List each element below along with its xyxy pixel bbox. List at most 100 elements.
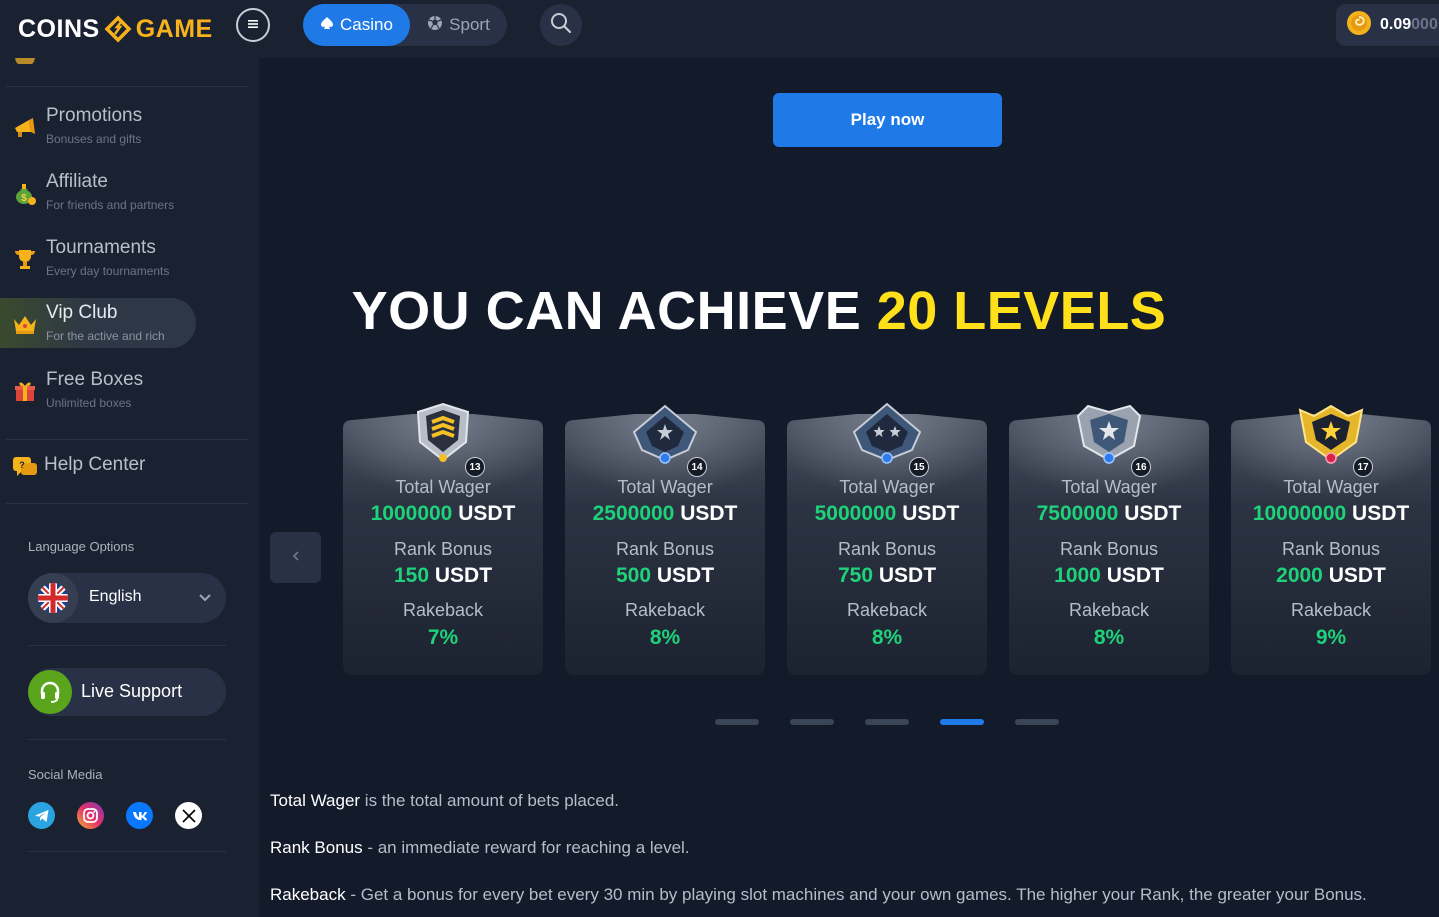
play-now-button[interactable]: Play now: [773, 93, 1002, 147]
rakeback-value: 9%: [1231, 626, 1431, 650]
tab-casino-label: Casino: [340, 15, 393, 34]
chevron-down-icon: [198, 590, 212, 609]
two-star-badge-icon: [852, 402, 922, 464]
total-wager-label: Total Wager: [1061, 477, 1157, 497]
rank-bonus-value: 150 USDT: [343, 564, 543, 588]
carousel-prev-button[interactable]: [270, 532, 321, 583]
description-text: - Get a bonus for every bet every 30 min…: [345, 885, 1367, 904]
rakeback-percent: 8%: [1093, 626, 1125, 649]
coin-icon: [1346, 10, 1372, 41]
rank-bonus-label: Rank Bonus: [1281, 539, 1381, 559]
search-button[interactable]: [540, 4, 582, 46]
carousel-dot-active[interactable]: [940, 719, 984, 725]
wager-unit: USDT: [896, 502, 960, 525]
main-content: Play now YOU CAN ACHIEVE 20 LEVELS 13 To…: [259, 58, 1439, 917]
help-center-label: Help Center: [44, 454, 146, 475]
tab-sport[interactable]: Sport: [410, 4, 507, 46]
svg-text:?: ?: [19, 460, 25, 470]
rank-bonus-value: 1000 USDT: [1009, 564, 1209, 588]
sidebar-item-title: Promotions: [46, 105, 143, 126]
logo-mark-icon: [103, 14, 133, 44]
wager-amount: 1000000: [370, 502, 453, 525]
sidebar-item-subtitle: Unlimited boxes: [46, 396, 132, 410]
description-term: Rank Bonus: [270, 838, 363, 857]
total-wager-value: 10000000 USDT: [1231, 502, 1431, 526]
divider: [28, 851, 226, 852]
wager-unit: USDT: [674, 502, 738, 525]
sidebar-item-title: Tournaments: [46, 237, 156, 258]
tab-casino[interactable]: Casino: [303, 4, 410, 46]
bonus-unit: USDT: [429, 564, 493, 587]
menu-button[interactable]: [236, 8, 270, 42]
description-text: is the total amount of bets placed.: [360, 791, 620, 810]
level-number-badge: 13: [465, 457, 485, 477]
sidebar-item-subtitle: Every day tournaments: [46, 264, 170, 278]
instagram-icon[interactable]: [77, 802, 104, 829]
level-card[interactable]: 13 Total Wager 1000000 USDT Rank Bonus 1…: [343, 402, 543, 675]
sidebar-item-help-center[interactable]: ? Help Center: [0, 448, 240, 482]
money-bag-icon: $: [12, 180, 38, 206]
divider: [6, 503, 248, 504]
sidebar-item-title: Free Boxes: [46, 369, 144, 390]
bonus-amount: 150: [393, 564, 430, 587]
wager-amount: 2500000: [592, 502, 675, 525]
telegram-icon[interactable]: [28, 802, 55, 829]
x-icon[interactable]: [175, 802, 202, 829]
sidebar-item-free-boxes[interactable]: Free Boxes Unlimited boxes: [0, 365, 200, 415]
bonus-unit: USDT: [651, 564, 715, 587]
headline-white-text: YOU CAN ACHIEVE: [351, 281, 877, 341]
total-wager-label: Total Wager: [1283, 477, 1379, 497]
rakeback-label: Rakeback: [1068, 600, 1150, 620]
description-rakeback: Rakeback - Get a bonus for every bet eve…: [270, 885, 1367, 905]
language-options-label: Language Options: [28, 539, 135, 554]
total-wager-label: Total Wager: [395, 477, 491, 497]
carousel-dot[interactable]: [1015, 719, 1059, 725]
menu-icon: [247, 17, 259, 33]
headset-icon: [28, 670, 72, 714]
sidebar-item-title: Affiliate: [46, 171, 108, 192]
carousel-pagination: [715, 719, 1059, 725]
language-select[interactable]: English: [28, 573, 226, 623]
sidebar-item-subtitle: Bonuses and gifts: [46, 132, 142, 146]
gold-star-badge-icon: [1298, 404, 1364, 464]
gift-box-icon: [12, 378, 38, 404]
divider: [28, 739, 226, 740]
rakeback-label: Rakeback: [624, 600, 706, 620]
rank-bonus-label: Rank Bonus: [393, 539, 493, 559]
balance-display[interactable]: 0.09 000: [1336, 4, 1439, 46]
sidebar-item-promotions[interactable]: Promotions Bonuses and gifts: [0, 101, 200, 151]
sidebar-item-vip-club[interactable]: Vip Club For the active and rich: [0, 298, 196, 348]
rakeback-percent: 7%: [427, 626, 459, 649]
total-wager-label: Total Wager: [617, 477, 713, 497]
sidebar: Promotions Bonuses and gifts $ Affiliate…: [0, 0, 259, 917]
level-number-badge: 15: [909, 457, 929, 477]
level-card[interactable]: 16 Total Wager 7500000 USDT Rank Bonus 1…: [1009, 404, 1209, 675]
total-wager-label: Total Wager: [839, 477, 935, 497]
total-wager-value: 2500000 USDT: [565, 502, 765, 526]
rank-bonus-label: Rank Bonus: [837, 539, 937, 559]
sidebar-item-affiliate[interactable]: $ Affiliate For friends and partners: [0, 167, 200, 217]
carousel-dot[interactable]: [715, 719, 759, 725]
carousel-dot[interactable]: [865, 719, 909, 725]
rank-bonus-label: Rank Bonus: [615, 539, 715, 559]
sidebar-item-title: Vip Club: [46, 302, 118, 323]
rakeback-label: Rakeback: [846, 600, 928, 620]
vk-icon[interactable]: [126, 802, 153, 829]
description-term: Rakeback: [270, 885, 346, 904]
level-card[interactable]: 15 Total Wager 5000000 USDT Rank Bonus 7…: [787, 402, 987, 675]
logo-text-left: COINS: [18, 14, 100, 43]
rank-bonus-value: 500 USDT: [565, 564, 765, 588]
sidebar-item-tournaments[interactable]: Tournaments Every day tournaments: [0, 233, 200, 283]
megaphone-icon: [12, 114, 38, 140]
live-support-button[interactable]: Live Support: [28, 668, 226, 716]
logo[interactable]: COINS GAME: [0, 0, 237, 58]
bonus-unit: USDT: [1322, 564, 1386, 587]
carousel-dot[interactable]: [790, 719, 834, 725]
one-star-badge-icon: [632, 404, 698, 464]
rakeback-percent: 9%: [1315, 626, 1347, 649]
level-card[interactable]: 17 Total Wager 10000000 USDT Rank Bonus …: [1231, 404, 1431, 675]
level-card[interactable]: 14 Total Wager 2500000 USDT Rank Bonus 5…: [565, 404, 765, 675]
rakeback-value: 7%: [343, 626, 543, 650]
rank-bonus-label: Rank Bonus: [1059, 539, 1159, 559]
wager-unit: USDT: [1118, 502, 1182, 525]
